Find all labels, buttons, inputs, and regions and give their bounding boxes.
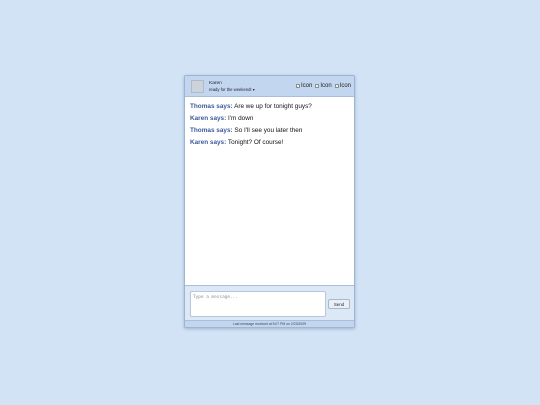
icon-alt-text: Icon — [339, 83, 351, 89]
message-item: Thomas says: So I'll see you later then — [190, 125, 350, 137]
broken-image-glyph-icon — [315, 84, 320, 88]
composer: Type a message... Send — [185, 285, 354, 320]
message-item: Karen says: I'm down — [190, 113, 350, 125]
message-input-placeholder: Type a message... — [193, 295, 238, 300]
chat-window: Karen ready for the weekend! ▾ Icon Icon… — [184, 75, 355, 328]
broken-image-glyph-icon — [295, 84, 300, 88]
message-sender: Karen says: — [190, 139, 227, 146]
contact-name: Karen — [209, 81, 222, 86]
message-item: Karen says: Tonight? Of course! — [190, 137, 350, 149]
chat-header: Karen ready for the weekend! ▾ Icon Icon… — [185, 76, 354, 97]
broken-image-icon[interactable]: Icon — [295, 83, 313, 89]
message-sender: Thomas says: — [190, 127, 233, 134]
broken-image-icon[interactable]: Icon — [334, 83, 351, 89]
broken-image-glyph-icon — [334, 84, 339, 88]
message-text: Are we up for tonight guys? — [234, 103, 312, 110]
message-text: So I'll see you later then — [234, 127, 303, 134]
chevron-down-icon[interactable]: ▾ — [253, 87, 255, 92]
message-input[interactable]: Type a message... — [190, 291, 326, 317]
status-message-text: ready for the weekend! — [209, 87, 252, 92]
broken-image-icon[interactable]: Icon — [315, 83, 332, 89]
message-sender: Thomas says: — [190, 103, 233, 110]
message-list: Thomas says: Are we up for tonight guys?… — [190, 101, 350, 149]
send-button[interactable]: Send — [328, 299, 350, 309]
message-item: Thomas says: Are we up for tonight guys? — [190, 101, 350, 113]
avatar[interactable] — [191, 80, 204, 93]
message-text: Tonight? Of course! — [227, 139, 284, 146]
last-message-status: Last message received at 5:07 PM on 2/23… — [185, 320, 354, 327]
header-icons: Icon Icon Icon — [295, 83, 351, 89]
status-message[interactable]: ready for the weekend! ▾ — [209, 87, 255, 92]
message-text: I'm down — [228, 115, 254, 122]
icon-alt-text: Icon — [300, 83, 313, 89]
icon-alt-text: Icon — [320, 83, 332, 89]
message-sender: Karen says: — [190, 115, 227, 122]
